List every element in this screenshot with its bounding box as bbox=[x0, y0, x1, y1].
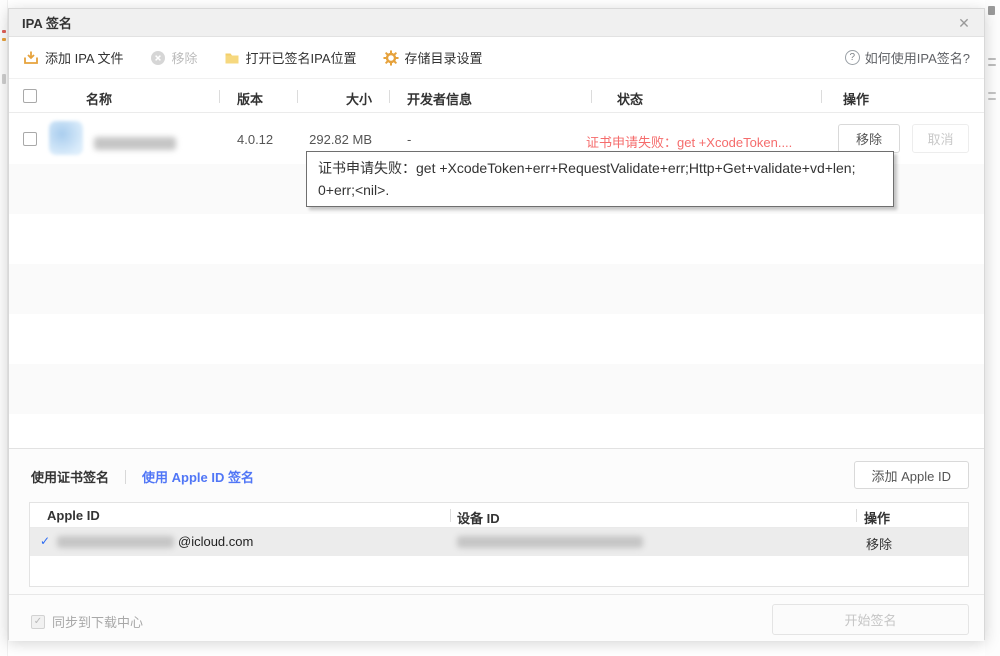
start-signing-button[interactable]: 开始签名 bbox=[772, 604, 969, 635]
app-size: 292.82 MB bbox=[304, 132, 372, 147]
device-id-redacted bbox=[457, 536, 643, 548]
status-tooltip: 证书申请失败：get +XcodeToken+err+RequestValida… bbox=[306, 151, 894, 207]
background-artifact bbox=[988, 64, 996, 66]
background-artifact bbox=[988, 6, 995, 15]
background-window-right-edge bbox=[985, 0, 1000, 656]
apple-id-remove-link[interactable]: 移除 bbox=[866, 534, 892, 553]
sync-label: 同步到下载中心 bbox=[52, 612, 143, 631]
background-artifact bbox=[2, 38, 6, 41]
sync-checkbox-group: 同步到下载中心 bbox=[31, 612, 143, 631]
remove-label: 移除 bbox=[172, 48, 198, 67]
remove-button[interactable]: 移除 bbox=[150, 48, 198, 67]
column-divider bbox=[591, 90, 592, 103]
status-text[interactable]: 证书申请失败：get +XcodeToken.... bbox=[586, 132, 792, 151]
row-remove-button[interactable]: 移除 bbox=[838, 124, 900, 153]
add-ipa-button[interactable]: 添加 IPA 文件 bbox=[23, 48, 124, 67]
folder-icon bbox=[224, 50, 240, 66]
tooltip-line2: 0+err;<nil>. bbox=[318, 179, 882, 201]
column-divider bbox=[821, 90, 822, 103]
open-signed-location-button[interactable]: 打开已签名IPA位置 bbox=[224, 48, 357, 67]
add-ipa-label: 添加 IPA 文件 bbox=[45, 48, 124, 67]
ipa-signing-dialog: IPA 签名 添加 IPA 文件 移除 bbox=[8, 8, 985, 640]
dialog-titlebar: IPA 签名 bbox=[9, 9, 984, 37]
background-artifact bbox=[2, 30, 6, 33]
column-divider bbox=[297, 90, 298, 103]
storage-settings-label: 存储目录设置 bbox=[405, 48, 483, 67]
column-developer: 开发者信息 bbox=[407, 89, 472, 108]
column-actions: 操作 bbox=[843, 89, 869, 108]
tab-apple-id-signing[interactable]: 使用 Apple ID 签名 bbox=[142, 467, 254, 486]
signing-panel: 使用证书签名 使用 Apple ID 签名 添加 Apple ID Apple … bbox=[9, 448, 984, 641]
selected-check-icon: ✓ bbox=[40, 534, 50, 548]
open-signed-location-label: 打开已签名IPA位置 bbox=[246, 48, 357, 67]
help-link[interactable]: 如何使用IPA签名? bbox=[845, 48, 970, 67]
background-artifact bbox=[988, 92, 996, 94]
sync-checkbox[interactable] bbox=[31, 615, 45, 629]
background-artifact bbox=[988, 98, 996, 100]
apple-id-table: Apple ID 设备 ID 操作 ✓ @icloud.com 移除 bbox=[29, 502, 969, 587]
storage-settings-button[interactable]: 存储目录设置 bbox=[383, 48, 483, 67]
column-divider bbox=[219, 90, 220, 103]
column-operation: 操作 bbox=[864, 508, 890, 527]
column-divider bbox=[856, 509, 857, 522]
column-size: 大小 bbox=[304, 89, 372, 108]
column-name: 名称 bbox=[86, 89, 112, 108]
column-divider bbox=[389, 90, 390, 103]
apple-id-row[interactable]: ✓ @icloud.com 移除 bbox=[30, 528, 968, 556]
row-remove-label: 移除 bbox=[856, 129, 882, 148]
background-artifact bbox=[988, 58, 996, 60]
remove-circle-icon bbox=[150, 50, 166, 66]
row-cancel-label: 取消 bbox=[927, 129, 953, 148]
select-all-checkbox[interactable] bbox=[23, 89, 37, 103]
column-status: 状态 bbox=[617, 89, 643, 108]
import-tray-icon bbox=[23, 50, 39, 66]
add-apple-id-button[interactable]: 添加 Apple ID bbox=[854, 461, 969, 489]
gear-icon bbox=[383, 50, 399, 66]
close-icon[interactable] bbox=[954, 13, 974, 33]
ipa-table-header: 名称 版本 大小 开发者信息 状态 操作 bbox=[9, 79, 984, 113]
row-cancel-button[interactable]: 取消 bbox=[912, 124, 969, 153]
app-developer: - bbox=[407, 132, 411, 147]
start-signing-label: 开始签名 bbox=[844, 610, 896, 629]
app-name-redacted bbox=[94, 137, 176, 150]
column-apple-id: Apple ID bbox=[47, 508, 100, 523]
add-apple-id-label: 添加 Apple ID bbox=[872, 466, 951, 485]
help-label: 如何使用IPA签名? bbox=[865, 48, 970, 67]
app-icon bbox=[49, 121, 83, 155]
row-checkbox[interactable] bbox=[23, 132, 37, 146]
tooltip-line1: 证书申请失败：get +XcodeToken+err+RequestValida… bbox=[318, 157, 882, 179]
tab-divider bbox=[125, 470, 126, 484]
question-circle-icon bbox=[845, 50, 860, 65]
background-window-left-edge bbox=[0, 0, 8, 656]
column-device-id: 设备 ID bbox=[457, 508, 500, 527]
apple-id-table-header: Apple ID 设备 ID 操作 bbox=[30, 503, 968, 528]
tab-certificate-signing[interactable]: 使用证书签名 bbox=[31, 467, 109, 486]
column-version: 版本 bbox=[237, 89, 263, 108]
column-divider bbox=[450, 509, 451, 522]
toolbar: 添加 IPA 文件 移除 打开已签名IPA位置 bbox=[9, 37, 984, 79]
background-artifact bbox=[2, 74, 6, 84]
signing-tabs: 使用证书签名 使用 Apple ID 签名 bbox=[31, 467, 254, 486]
apple-id-domain: @icloud.com bbox=[178, 534, 253, 549]
dialog-title: IPA 签名 bbox=[22, 13, 72, 32]
apple-id-redacted bbox=[57, 536, 174, 548]
app-version: 4.0.12 bbox=[237, 132, 273, 147]
footer-divider bbox=[9, 594, 984, 595]
